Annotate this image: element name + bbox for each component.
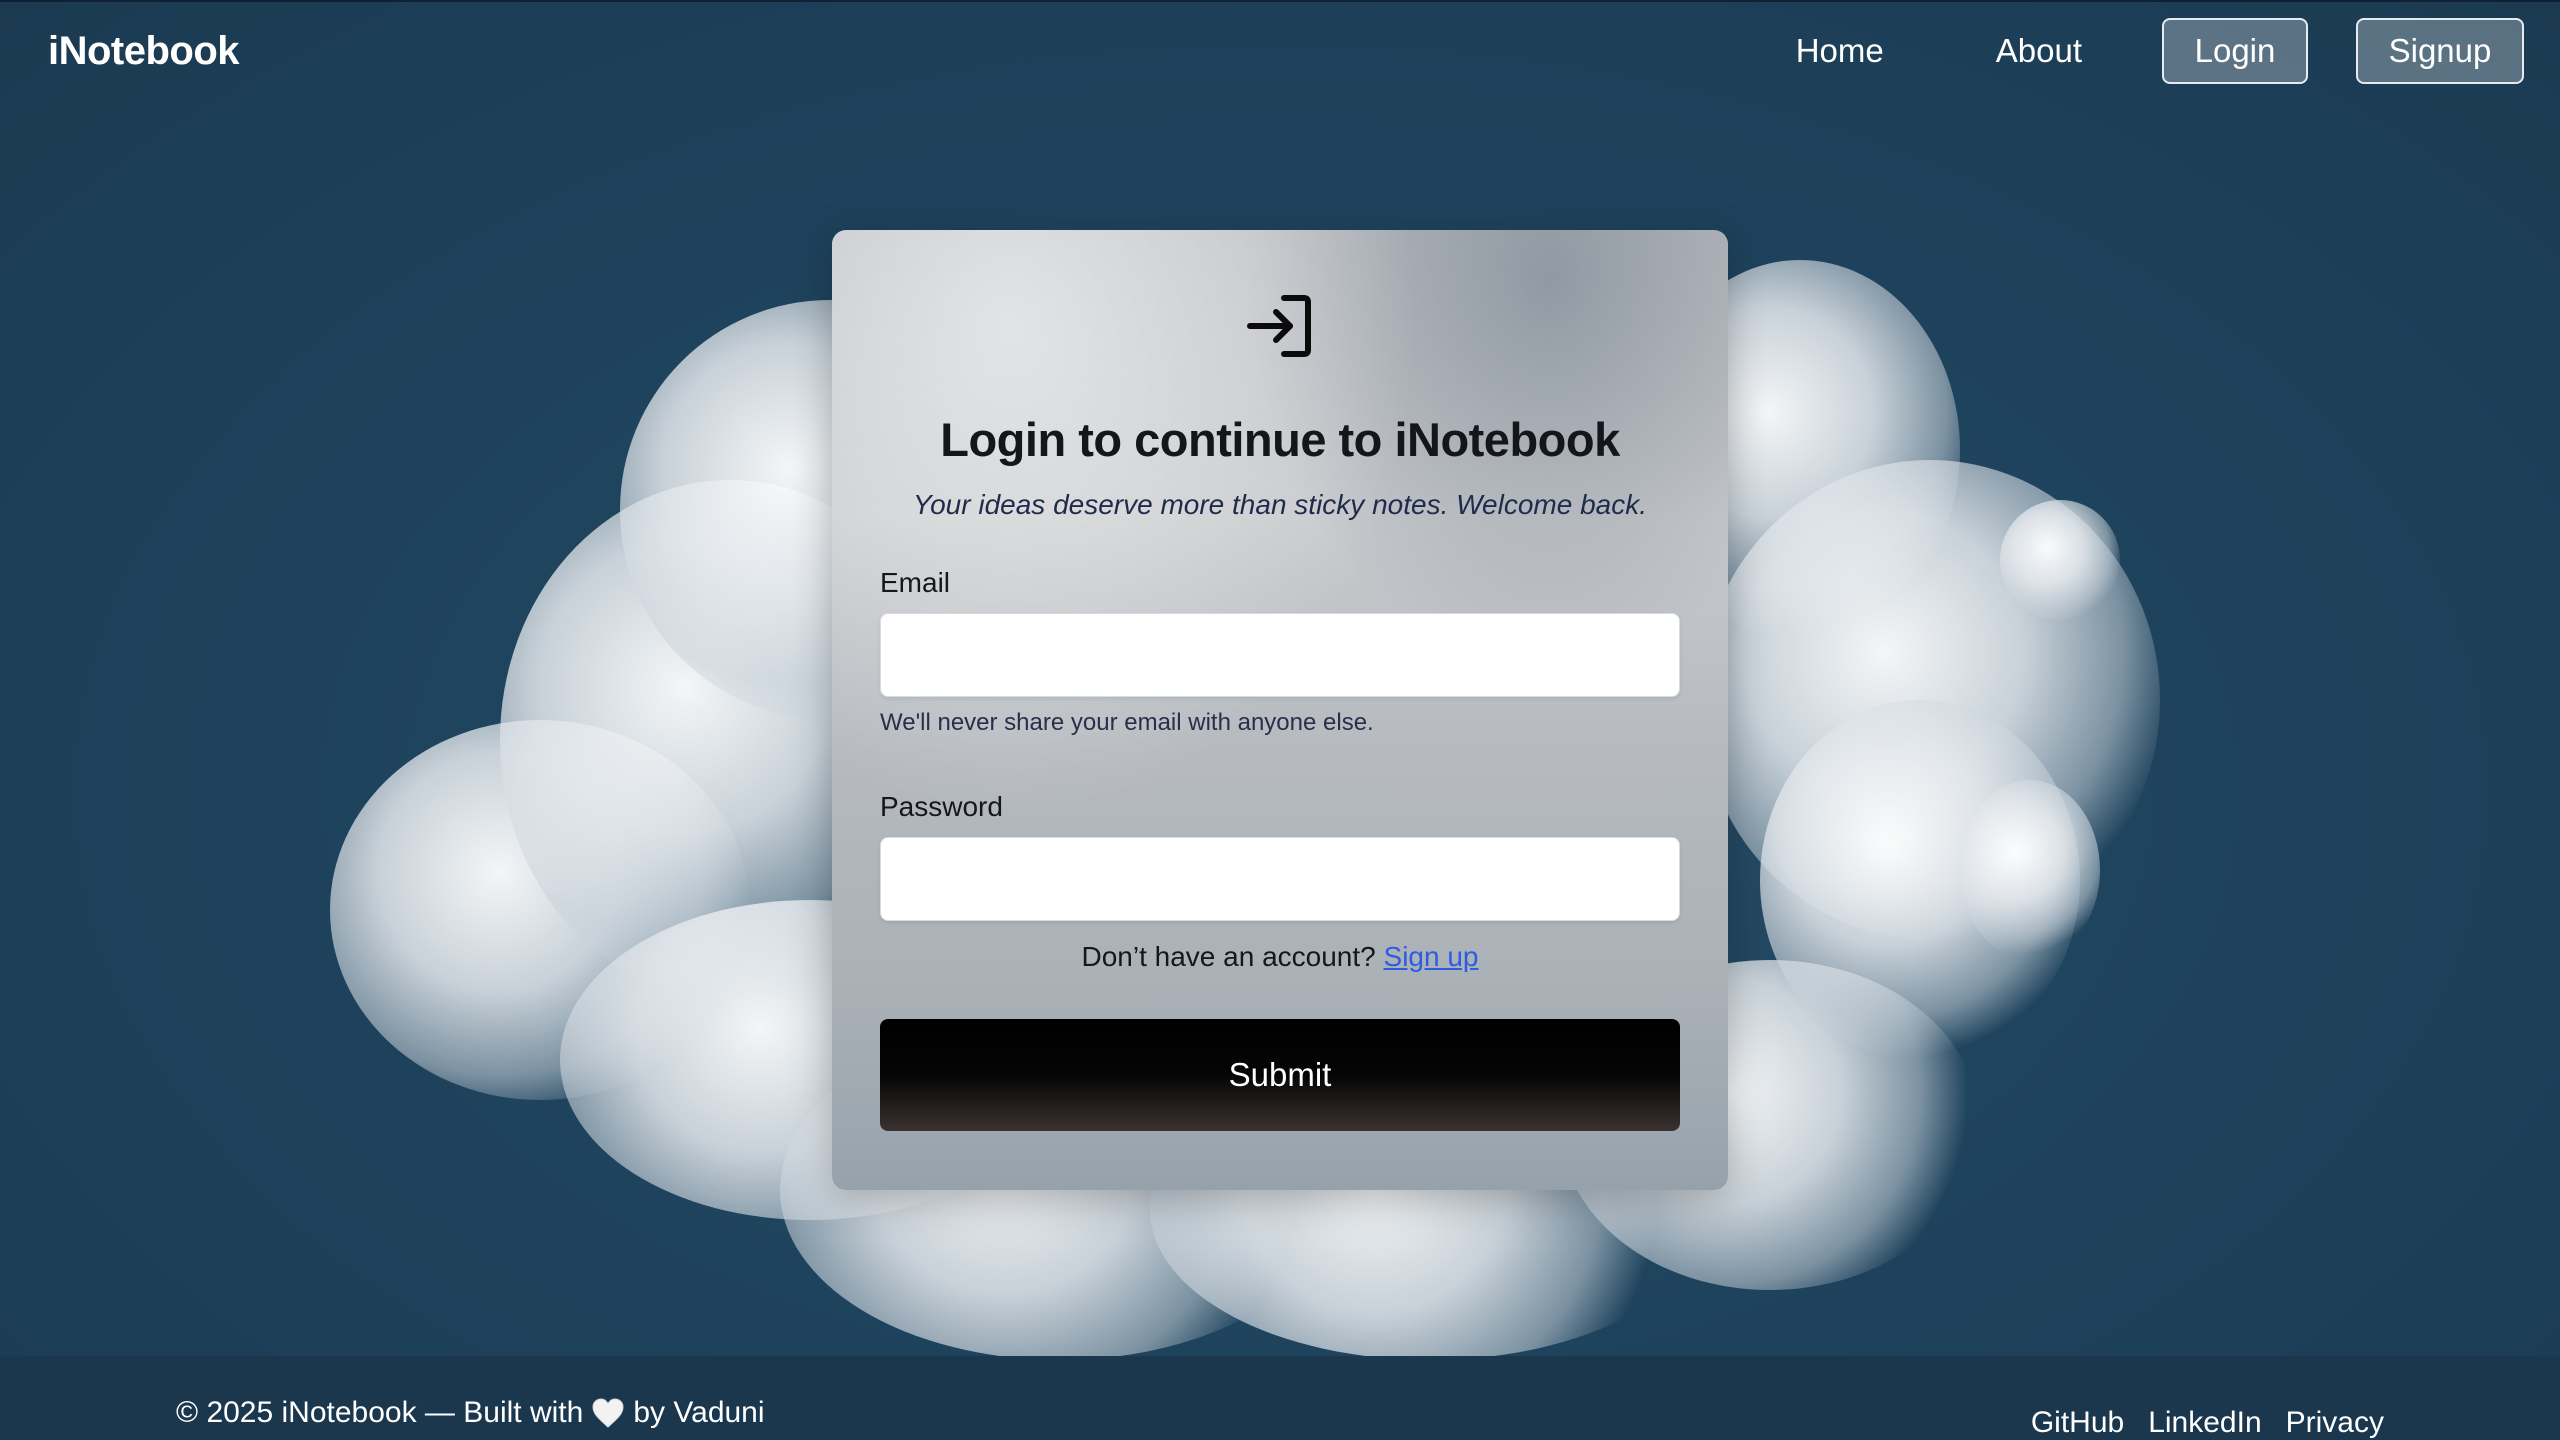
brand-logo[interactable]: iNotebook — [48, 29, 240, 74]
login-button[interactable]: Login — [2162, 18, 2308, 84]
author-text: by Vaduni — [633, 1396, 765, 1429]
nav-links: Home About Login Signup — [1796, 18, 2524, 84]
login-card: Login to continue to iNotebook Your idea… — [832, 230, 1728, 1190]
copyright-text: © 2025 iNotebook — Built with — [176, 1396, 584, 1429]
footer: © 2025 iNotebook — Built with by Vaduni … — [0, 1356, 2560, 1440]
footer-link-privacy[interactable]: Privacy — [2286, 1406, 2384, 1440]
card-title: Login to continue to iNotebook — [940, 413, 1620, 466]
login-arrow-icon — [1247, 295, 1311, 357]
signup-button[interactable]: Signup — [2356, 18, 2524, 84]
email-help-text: We'll never share your email with anyone… — [880, 709, 1374, 736]
nav-link-about[interactable]: About — [1996, 32, 2082, 70]
nav-link-home[interactable]: Home — [1796, 32, 1884, 70]
white-heart-icon — [592, 1398, 624, 1428]
footer-copyright: © 2025 iNotebook — Built with by Vaduni — [176, 1396, 765, 1430]
password-field[interactable] — [880, 837, 1680, 921]
signup-prompt-text: Don’t have an account? — [1081, 941, 1376, 972]
signup-prompt: Don’t have an account? Sign up — [880, 941, 1680, 973]
submit-button[interactable]: Submit — [880, 1019, 1680, 1131]
signup-link[interactable]: Sign up — [1384, 941, 1479, 972]
password-label: Password — [880, 791, 1003, 822]
card-subtitle: Your ideas deserve more than sticky note… — [912, 489, 1648, 520]
navbar: iNotebook Home About Login Signup — [0, 0, 2560, 100]
footer-links: GitHub LinkedIn Privacy — [2007, 1406, 2384, 1440]
footer-link-linkedin[interactable]: LinkedIn — [2148, 1406, 2261, 1440]
footer-link-github[interactable]: GitHub — [2031, 1406, 2124, 1440]
email-label: Email — [880, 567, 951, 598]
email-field[interactable] — [880, 613, 1680, 697]
